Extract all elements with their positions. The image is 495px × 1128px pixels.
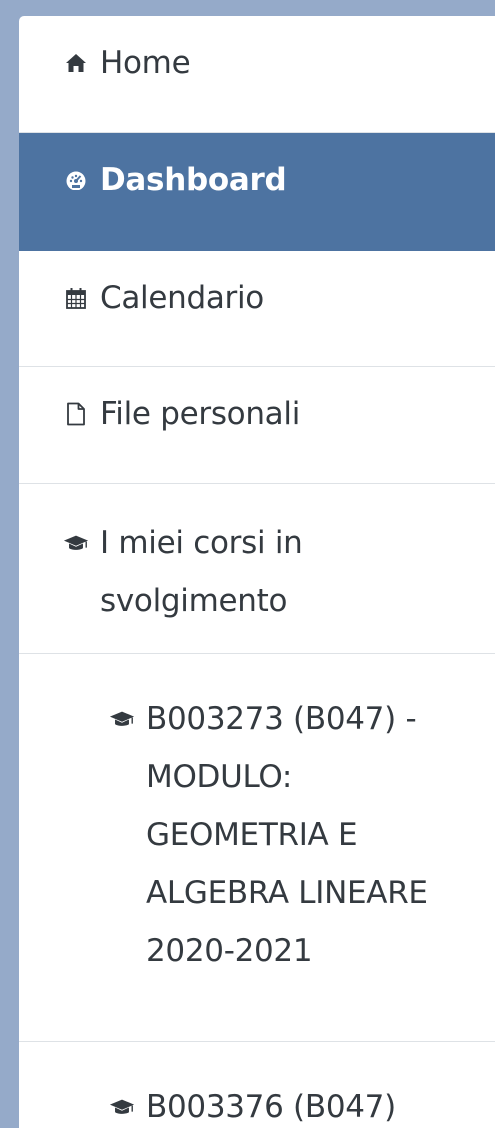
navigation-drawer: Home Dashboard Calendario File personali… bbox=[19, 16, 495, 1128]
graduation-cap-icon bbox=[109, 690, 135, 748]
nav-item-course[interactable]: B003376 (B047) bbox=[19, 1042, 495, 1128]
nav-item-calendar[interactable]: Calendario bbox=[19, 251, 495, 367]
nav-item-home-label: Home bbox=[100, 45, 191, 81]
file-icon bbox=[63, 385, 89, 443]
dashboard-gauge-icon bbox=[63, 151, 89, 209]
nav-item-dashboard[interactable]: Dashboard bbox=[19, 133, 495, 251]
nav-item-private-files[interactable]: File personali bbox=[19, 367, 495, 484]
nav-item-calendar-label: Calendario bbox=[100, 280, 264, 316]
nav-item-course-label: B003273 (B047) - MODULO: GEOMETRIA E ALG… bbox=[146, 701, 428, 969]
nav-item-my-courses-label: I miei corsi in svolgimento bbox=[100, 525, 303, 619]
nav-item-course[interactable]: B003273 (B047) - MODULO: GEOMETRIA E ALG… bbox=[19, 654, 495, 1042]
home-icon bbox=[63, 34, 89, 92]
nav-item-course-label: B003376 (B047) bbox=[146, 1089, 396, 1125]
graduation-cap-icon bbox=[63, 514, 89, 572]
graduation-cap-icon bbox=[109, 1078, 135, 1128]
nav-item-home[interactable]: Home bbox=[19, 16, 495, 133]
nav-item-dashboard-label: Dashboard bbox=[100, 162, 287, 198]
nav-item-my-courses[interactable]: I miei corsi in svolgimento bbox=[19, 484, 495, 654]
calendar-icon bbox=[63, 269, 89, 327]
nav-item-private-files-label: File personali bbox=[100, 396, 301, 432]
